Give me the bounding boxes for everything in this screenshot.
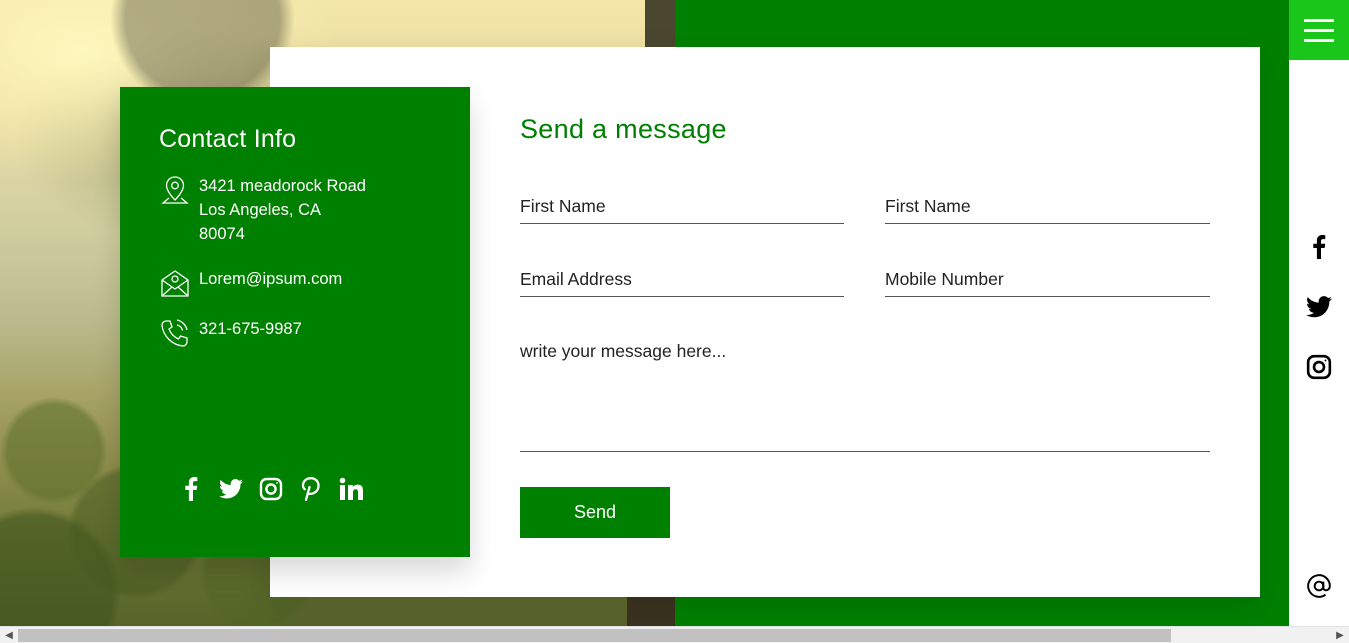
tree-trunk-bottom [627,596,675,626]
twitter-icon[interactable] [1304,292,1334,322]
address-line-1: 3421 meadorock Road [199,177,366,195]
tree-trunk [645,0,675,47]
scroll-left-icon[interactable]: ◀ [1,628,17,643]
social-links [178,475,364,503]
at-icon[interactable] [1304,571,1334,601]
contact-info-title: Contact Info [159,125,297,153]
location-pin-icon [161,176,189,204]
contact-info-panel: Contact Info 3421 meadorock Road Los Ang… [120,87,470,557]
facebook-icon[interactable] [178,475,204,503]
email-text[interactable]: Lorem@ipsum.com [199,267,342,291]
address-line-2: Los Angeles, CA [199,201,321,219]
phone-text[interactable]: 321-675-9987 [199,317,302,341]
instagram-icon[interactable] [1304,352,1334,382]
twitter-icon[interactable] [218,475,244,503]
address-line-3: 80074 [199,225,245,243]
first-name-input[interactable] [520,190,844,224]
form-title: Send a message [520,114,727,144]
pinterest-icon[interactable] [298,475,324,503]
menu-icon-bar [1304,18,1334,22]
email-row: Lorem@ipsum.com [159,267,342,299]
menu-button[interactable] [1289,0,1349,60]
phone-row: 321-675-9987 [159,317,302,349]
send-button[interactable]: Send [520,487,670,538]
email-input[interactable] [520,263,844,297]
last-name-input[interactable] [885,190,1210,224]
menu-icon-bar [1304,28,1334,32]
mail-icon [161,270,189,297]
facebook-icon[interactable] [1304,232,1334,262]
instagram-icon[interactable] [258,475,284,503]
message-textarea[interactable] [520,338,1210,452]
mobile-input[interactable] [885,263,1210,297]
phone-icon [161,319,188,347]
scroll-right-icon[interactable]: ▶ [1332,628,1348,643]
menu-icon-bar [1304,38,1334,42]
scrollbar-thumb[interactable] [18,629,1171,642]
address-row: 3421 meadorock Road Los Angeles, CA 8007… [159,174,366,246]
horizontal-scrollbar[interactable]: ◀ ▶ [0,626,1349,643]
linkedin-icon[interactable] [338,475,364,503]
